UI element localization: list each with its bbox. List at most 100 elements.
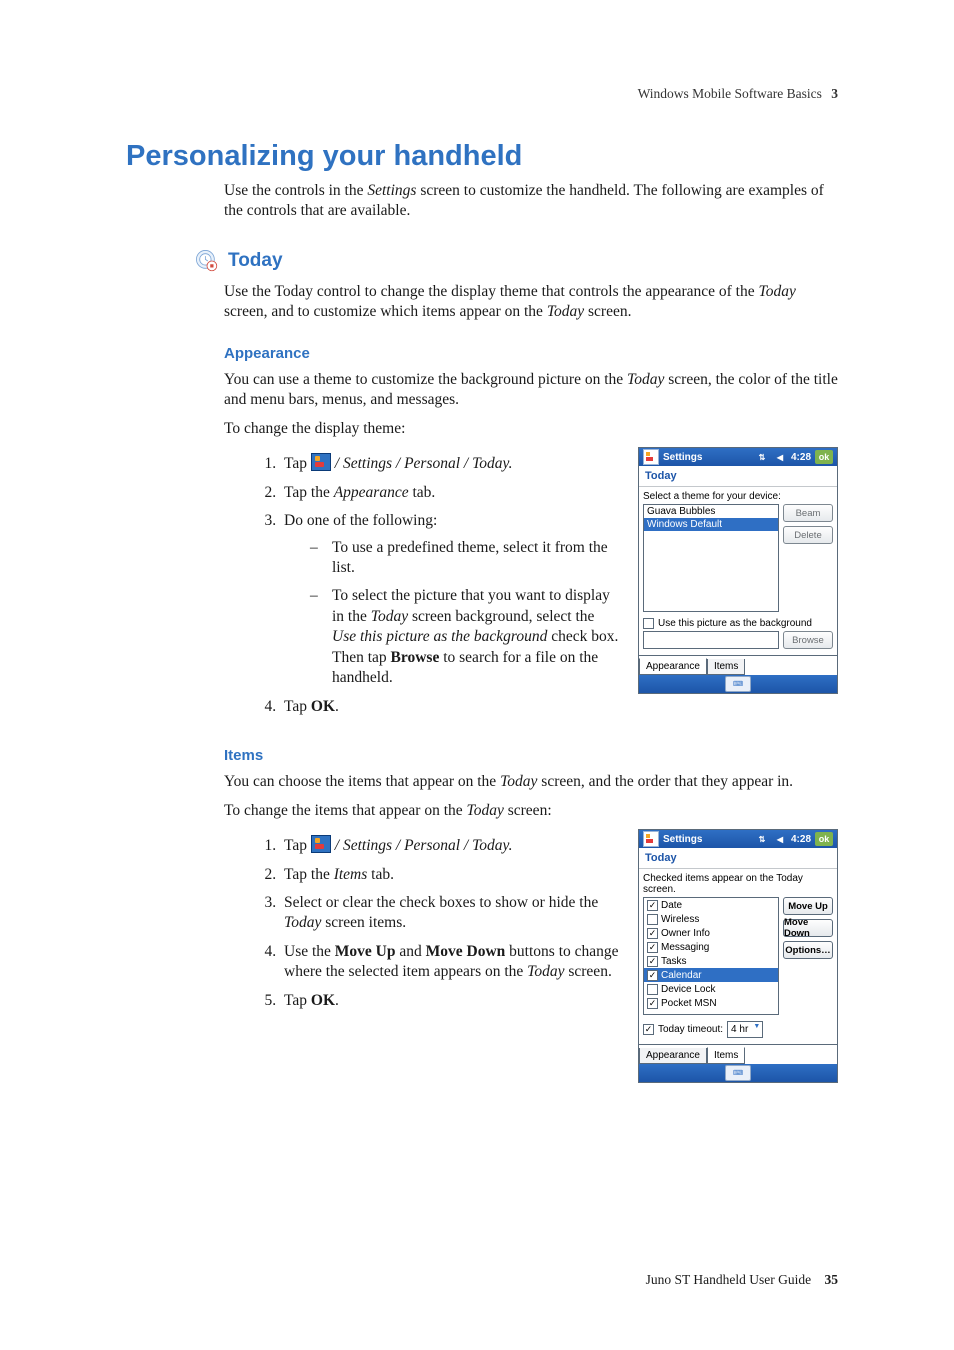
items-step-4: Use the Move Up and Move Down buttons to…	[280, 942, 620, 983]
today-desc: Use the Today control to change the disp…	[224, 282, 838, 323]
items-step-3: Select or clear the check boxes to show …	[280, 893, 620, 934]
footer-title: Juno ST Handheld User Guide	[646, 1272, 811, 1287]
items-row[interactable]: ✓Date	[644, 898, 778, 912]
appearance-steps: Tap / Settings / Personal / Today. Tap t…	[224, 453, 620, 725]
move-down-button[interactable]: Move Down	[783, 919, 833, 937]
wm-body: Select a theme for your device: Guava Bu…	[639, 487, 837, 655]
appearance-p1: You can use a theme to customize the bac…	[224, 370, 838, 411]
wm-menubar: ⌨	[639, 1064, 837, 1082]
tab-appearance[interactable]: Appearance	[639, 658, 707, 675]
section-heading-today: Today	[194, 248, 838, 274]
start-menu-icon[interactable]	[643, 449, 659, 465]
tab-items[interactable]: Items	[707, 1047, 745, 1064]
ok-button[interactable]: ok	[815, 450, 833, 464]
wm-titlebar: Settings ⇅ ◀ 4:28 ok	[639, 448, 837, 466]
item-label: Device Lock	[661, 984, 715, 995]
wm-tabs: Appearance Items	[639, 655, 837, 675]
options-button[interactable]: Options…	[783, 941, 833, 959]
items-row[interactable]: ✓Calendar	[644, 968, 778, 982]
volume-icon[interactable]: ◀	[773, 832, 787, 846]
item-checkbox[interactable]: ✓	[647, 998, 658, 1009]
items-steps: Tap / Settings / Personal / Today. Tap t…	[224, 835, 620, 1019]
appearance-step-3: Do one of the following: To use a predef…	[280, 511, 620, 689]
page-title: Personalizing your handheld	[126, 140, 838, 173]
today-timeout-label: Today timeout:	[658, 1024, 723, 1035]
document-page: Windows Mobile Software Basics 3 Persona…	[0, 0, 954, 1350]
keyboard-icon[interactable]: ⌨	[725, 676, 751, 692]
item-checkbox[interactable]	[647, 984, 658, 995]
items-step-5: Tap OK.	[280, 991, 620, 1011]
items-row[interactable]: ✓Owner Info	[644, 926, 778, 940]
picture-path-input[interactable]	[643, 631, 779, 649]
delete-button[interactable]: Delete	[783, 526, 833, 544]
appearance-heading: Appearance	[224, 345, 838, 362]
page-footer: Juno ST Handheld User Guide 35	[646, 1272, 838, 1288]
wm-subtitle: Today	[639, 848, 837, 869]
wm-subtitle: Today	[639, 466, 837, 487]
items-label: Checked items appear on the Today screen…	[643, 873, 833, 895]
appearance-step-2: Tap the Appearance tab.	[280, 483, 620, 503]
wm-title: Settings	[663, 452, 702, 463]
items-row[interactable]: ✓Tasks	[644, 954, 778, 968]
intro-block: Use the controls in the Settings screen …	[224, 181, 838, 222]
running-header-title: Windows Mobile Software Basics	[638, 86, 822, 101]
theme-item-1[interactable]: Windows Default	[644, 518, 778, 531]
appearance-bullet-2: To select the picture that you want to d…	[310, 586, 620, 688]
tab-items[interactable]: Items	[707, 659, 745, 675]
item-label: Wireless	[661, 914, 699, 925]
item-label: Date	[661, 900, 682, 911]
today-timeout-checkbox[interactable]: ✓	[643, 1024, 654, 1035]
use-picture-checkbox[interactable]	[643, 618, 654, 629]
items-row[interactable]: ✓Messaging	[644, 940, 778, 954]
appearance-bullet-1: To use a predefined theme, select it fro…	[310, 538, 620, 579]
item-checkbox[interactable]	[647, 914, 658, 925]
items-step-1: Tap / Settings / Personal / Today.	[280, 835, 620, 856]
item-label: Calendar	[661, 970, 702, 981]
appearance-step-4: Tap OK.	[280, 697, 620, 717]
items-step-2: Tap the Items tab.	[280, 865, 620, 885]
running-header: Windows Mobile Software Basics 3	[638, 86, 838, 102]
item-checkbox[interactable]: ✓	[647, 928, 658, 939]
today-timeout-select[interactable]: 4 hr	[727, 1021, 763, 1038]
browse-button[interactable]: Browse	[783, 631, 833, 649]
appearance-step-1: Tap / Settings / Personal / Today.	[280, 453, 620, 474]
item-label: Pocket MSN	[661, 998, 717, 1009]
connectivity-icon[interactable]: ⇅	[755, 832, 769, 846]
item-checkbox[interactable]: ✓	[647, 942, 658, 953]
move-up-button[interactable]: Move Up	[783, 897, 833, 915]
keyboard-icon[interactable]: ⌨	[725, 1065, 751, 1081]
volume-icon[interactable]: ◀	[773, 450, 787, 464]
item-label: Tasks	[661, 956, 687, 967]
start-icon	[311, 453, 331, 471]
intro-paragraph: Use the controls in the Settings screen …	[224, 181, 838, 222]
item-label: Messaging	[661, 942, 709, 953]
start-menu-icon[interactable]	[643, 831, 659, 847]
items-row[interactable]: Wireless	[644, 912, 778, 926]
beam-button[interactable]: Beam	[783, 504, 833, 522]
items-p1: You can choose the items that appear on …	[224, 772, 838, 792]
item-checkbox[interactable]: ✓	[647, 970, 658, 981]
items-row[interactable]: Device Lock	[644, 982, 778, 996]
ok-button[interactable]: ok	[815, 832, 833, 846]
today-icon	[194, 248, 220, 274]
items-row[interactable]: ✓Pocket MSN	[644, 996, 778, 1010]
wm-time: 4:28	[791, 452, 811, 463]
item-checkbox[interactable]: ✓	[647, 900, 658, 911]
theme-item-0[interactable]: Guava Bubbles	[644, 505, 778, 518]
items-listbox[interactable]: ✓DateWireless✓Owner Info✓Messaging✓Tasks…	[643, 897, 779, 1015]
theme-listbox[interactable]: Guava Bubbles Windows Default	[643, 504, 779, 612]
wm-body: Checked items appear on the Today screen…	[639, 869, 837, 1044]
appearance-two-col: Tap / Settings / Personal / Today. Tap t…	[224, 447, 838, 725]
chapter-number: 3	[831, 86, 838, 101]
wm-appearance-window: Settings ⇅ ◀ 4:28 ok Today Select a them…	[638, 447, 838, 694]
wm-titlebar: Settings ⇅ ◀ 4:28 ok	[639, 830, 837, 848]
appearance-p2: To change the display theme:	[224, 419, 838, 439]
items-p2: To change the items that appear on the T…	[224, 801, 838, 821]
today-body: Use the Today control to change the disp…	[224, 282, 838, 1083]
tab-appearance[interactable]: Appearance	[639, 1048, 707, 1064]
item-checkbox[interactable]: ✓	[647, 956, 658, 967]
wm-title: Settings	[663, 834, 702, 845]
wm-items-window: Settings ⇅ ◀ 4:28 ok Today Checked items…	[638, 829, 838, 1083]
connectivity-icon[interactable]: ⇅	[755, 450, 769, 464]
wm-menubar: ⌨	[639, 675, 837, 693]
